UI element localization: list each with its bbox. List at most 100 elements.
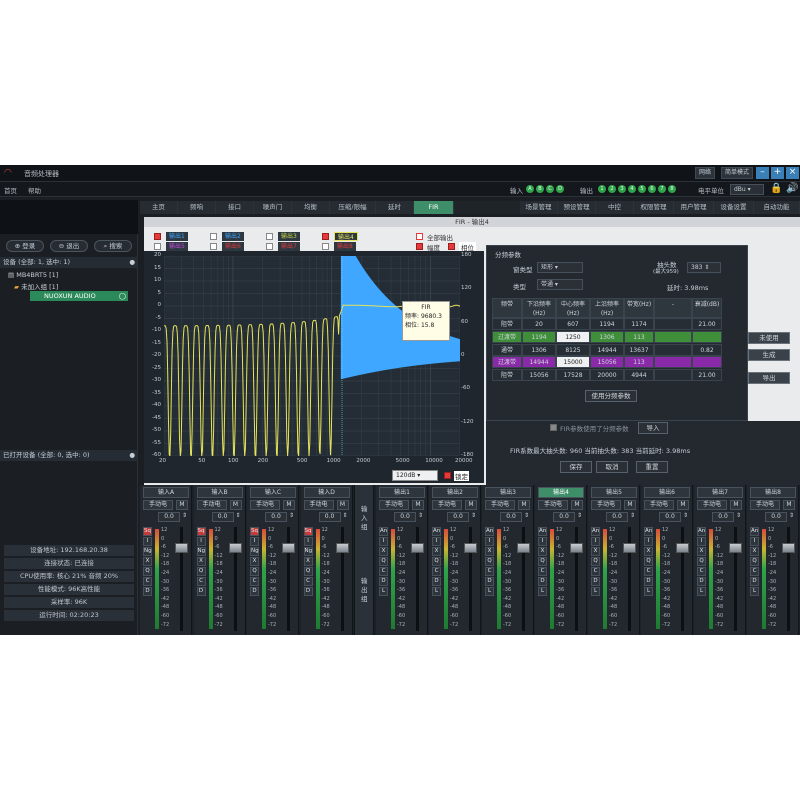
key-x-button[interactable]: X [143,557,152,566]
mode-button[interactable]: 手动电 [250,500,280,510]
fader-knob[interactable] [411,543,424,553]
tree-group[interactable]: ▰ 未加入组 [1] [14,281,58,291]
key-ng-button[interactable]: Ng [250,547,259,556]
tab-interface[interactable]: 接口 [216,201,254,214]
output-strip-name[interactable]: 输出2 [432,487,478,498]
key-d-button[interactable]: D [538,577,547,586]
gain-stepper-icon[interactable]: ⇕ [289,512,296,522]
tab-control[interactable]: 中控 [596,201,634,214]
mute-button[interactable]: M [518,500,530,510]
key-i-button[interactable]: I [143,537,152,546]
key-sq-button[interactable]: Sq [143,527,152,536]
mute-button[interactable]: M [571,500,583,510]
tab-scene[interactable]: 场景管理 [520,201,558,214]
all-output-checkbox[interactable] [416,233,423,240]
gain-input[interactable]: 0.0 [318,512,341,522]
minimize-icon[interactable]: – [756,167,769,179]
network-button[interactable]: 网络 [695,167,716,179]
fader-knob[interactable] [623,543,636,553]
key-d-button[interactable]: D [303,587,313,596]
key-an-button[interactable]: An [591,527,600,536]
key-c-button[interactable]: C [697,567,706,576]
key-q-button[interactable]: Q [250,567,259,576]
band-value-cell[interactable]: 14944 [522,356,556,369]
key-q-button[interactable]: Q [591,557,600,566]
fader-knob[interactable] [782,543,795,553]
key-x-button[interactable]: X [538,547,547,556]
key-x-button[interactable]: X [750,547,759,556]
gain-stepper-icon[interactable]: ⇕ [236,512,243,522]
export-button[interactable]: 导出 [748,372,790,384]
tab-home[interactable]: 主页 [140,201,178,214]
key-x-button[interactable]: X [591,547,600,556]
key-i-button[interactable]: I [644,537,653,546]
login-button[interactable]: ⊕ 登录 [6,240,44,252]
fader-knob[interactable] [570,543,583,553]
mute-button[interactable]: M [465,500,477,510]
key-c-button[interactable]: C [303,577,313,586]
key-c-button[interactable]: C [143,577,152,586]
channel-6-checkbox[interactable] [210,243,217,250]
band-value-cell[interactable]: 8125 [556,343,590,356]
reset-button[interactable]: 重置 [636,461,668,473]
mute-button[interactable]: M [336,500,349,510]
menu-help[interactable]: 帮助 [28,185,41,195]
lock-checkbox[interactable] [444,472,451,479]
key-d-button[interactable]: D [250,587,259,596]
band-value-cell[interactable]: 15056 [590,356,624,369]
band-value-cell[interactable]: 1194 [590,318,624,330]
settings-icon[interactable]: ● [129,257,135,268]
gain-input[interactable]: 0.0 [211,512,234,522]
tree-root[interactable]: ▤ MB4BRT5 [1] [8,271,58,279]
key-ng-button[interactable]: Ng [303,547,313,556]
key-l-button[interactable]: L [697,587,706,596]
output-strip-name[interactable]: 输出6 [644,487,690,498]
key-sq-button[interactable]: Sq [303,527,313,536]
close-icon[interactable]: × [786,167,799,179]
tab-device-settings[interactable]: 设备设置 [714,201,754,214]
gain-stepper-icon[interactable]: ⇕ [182,512,189,522]
gain-input[interactable]: 0.0 [265,512,287,522]
band-value-cell[interactable]: 1194 [522,330,556,343]
phase-checkbox[interactable] [448,243,455,250]
gain-stepper-icon[interactable]: ⇕ [789,512,796,522]
key-an-button[interactable]: An [485,527,494,536]
output-strip-name[interactable]: 输出1 [379,487,425,498]
fader-knob[interactable] [517,543,530,553]
channel-1-checkbox[interactable] [154,233,161,240]
input-strip-name[interactable]: 输入A [143,487,189,498]
band-value-cell[interactable]: 1306 [590,330,624,343]
key-x-button[interactable]: X [303,557,313,566]
gain-stepper-icon[interactable]: ⇕ [577,512,584,522]
key-c-button[interactable]: C [196,577,206,586]
key-i-button[interactable]: I [485,537,494,546]
menu-home[interactable]: 首页 [4,185,17,195]
key-c-button[interactable]: C [538,567,547,576]
lock-icon[interactable]: 🔒 [770,183,782,194]
mode-button[interactable]: 手动电 [591,500,621,510]
mute-button[interactable]: M [229,500,242,510]
key-c-button[interactable]: C [644,567,653,576]
key-sq-button[interactable]: Sq [196,527,206,536]
key-d-button[interactable]: D [196,587,206,596]
band-value-cell[interactable]: 20000 [590,369,624,382]
key-ng-button[interactable]: Ng [196,547,206,556]
output-strip-name[interactable]: 输出5 [591,487,637,498]
key-ng-button[interactable]: Ng [143,547,152,556]
tab-frequency-response[interactable]: 频响 [178,201,216,214]
key-an-button[interactable]: An [750,527,759,536]
key-an-button[interactable]: An [432,527,441,536]
maximize-icon[interactable]: + [771,167,784,179]
band-value-cell[interactable]: 607 [556,318,590,330]
gain-input[interactable]: 0.0 [447,512,469,522]
output-strip-name[interactable]: 输出8 [750,487,796,498]
gain-stepper-icon[interactable]: ⇕ [418,512,425,522]
band-value-cell[interactable]: 20 [522,318,556,330]
amp-checkbox[interactable] [416,243,423,250]
gain-input[interactable]: 0.0 [606,512,628,522]
band-value-cell[interactable]: 15000 [556,356,590,369]
tab-users[interactable]: 用户管理 [674,201,714,214]
channel-5-checkbox[interactable] [154,243,161,250]
gain-stepper-icon[interactable]: ⇕ [683,512,690,522]
key-l-button[interactable]: L [485,587,494,596]
